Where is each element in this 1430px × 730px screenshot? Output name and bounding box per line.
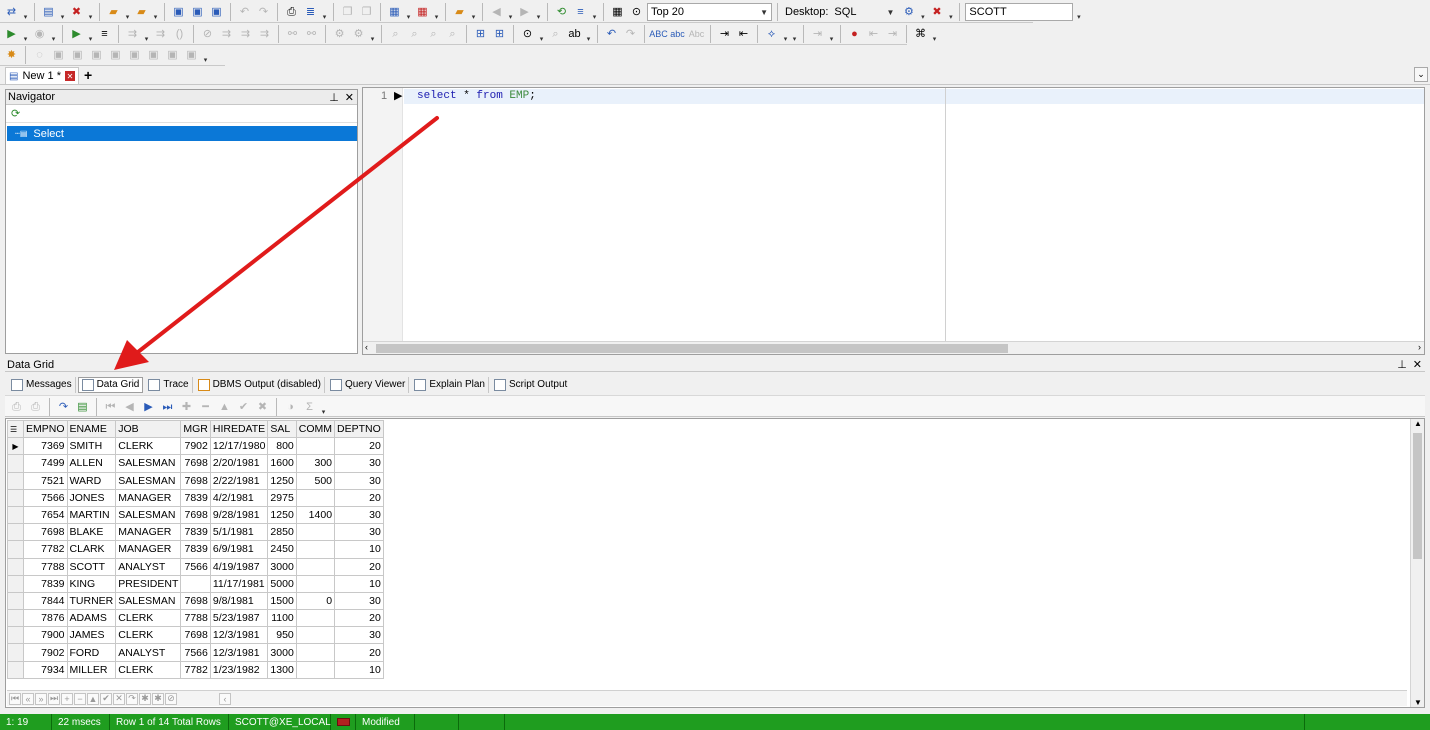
annotation-arrow-head <box>114 340 149 370</box>
annotation-arrow <box>114 116 439 370</box>
annotation-arrow-shaft <box>136 116 439 354</box>
